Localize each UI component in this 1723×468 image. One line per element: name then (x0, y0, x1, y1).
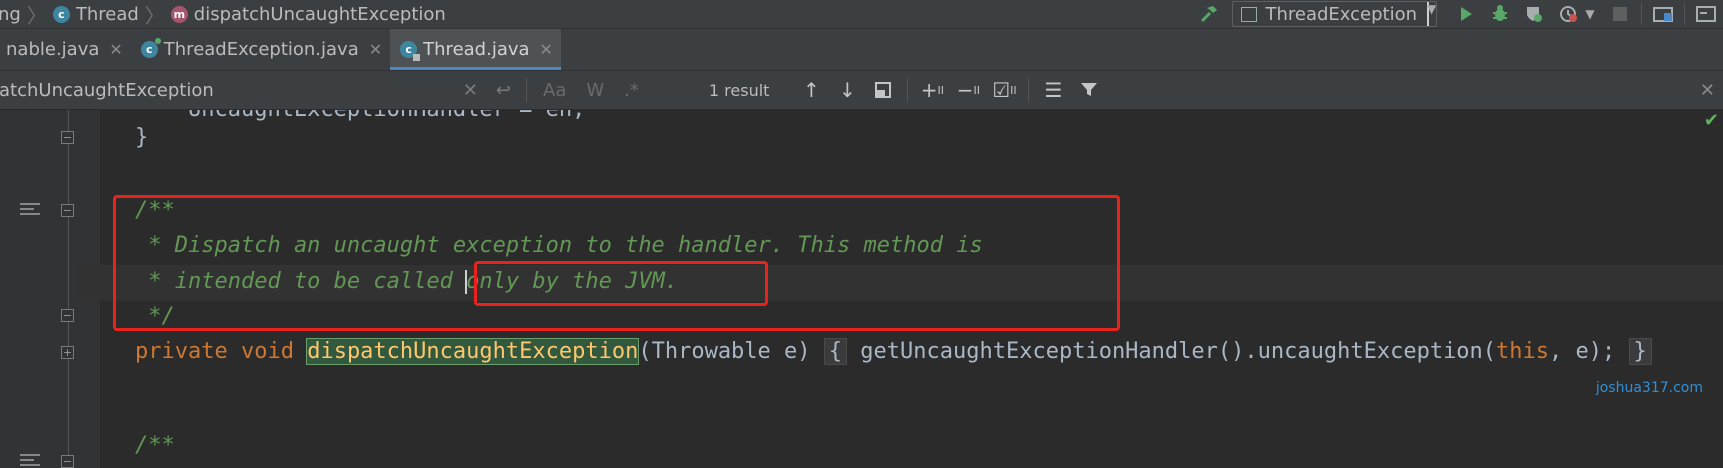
whole-words-toggle[interactable]: W (586, 80, 604, 101)
breadcrumb-item-method[interactable]: dispatchUncaughtException (194, 4, 446, 25)
folded-code-marker[interactable]: } (1628, 338, 1652, 365)
application-icon (1241, 6, 1258, 22)
method-body: getUncaughtExceptionHandler().uncaughtEx… (860, 339, 1497, 364)
filter-lines-icon[interactable]: ☰ (1035, 71, 1071, 109)
search-match-method-name[interactable]: dispatchUncaughtException (306, 338, 640, 365)
find-bar-separator (907, 78, 909, 102)
next-occurrence-arrow-down-icon[interactable]: ↓ (829, 71, 865, 109)
run-configuration-select[interactable]: ThreadException ▼ (1232, 1, 1437, 27)
tab-thread-java[interactable]: c Thread.java ✕ (390, 29, 561, 70)
search-field: ✕ ↩ (0, 71, 520, 109)
search-result-count: 1 result (708, 80, 770, 100)
fold-collapse-icon[interactable]: − (61, 204, 74, 217)
keyword: private (135, 339, 228, 364)
add-occurrence-icon[interactable]: + II (914, 71, 950, 109)
new-line-icon[interactable]: ↩ (496, 80, 511, 101)
navigation-bar: ng 〉 c Thread 〉 m dispatchUncaughtExcept… (0, 0, 1723, 29)
regex-toggle[interactable]: .* (624, 80, 639, 101)
tab-threadexception-java[interactable]: c ThreadException.java ✕ (131, 29, 390, 70)
coverage-shield-icon[interactable] (1517, 0, 1551, 28)
keyword: void (240, 339, 294, 364)
annotation-box-jvm-only (474, 261, 768, 306)
run-icon[interactable] (1449, 0, 1483, 28)
method-body-end: , e); (1549, 339, 1616, 364)
project-structure-icon[interactable] (1646, 0, 1680, 28)
breadcrumb-item-package[interactable]: ng (0, 4, 21, 25)
code-line: UncaughtExceptionHandler = eh; (135, 110, 585, 128)
fold-collapse-icon[interactable]: − (61, 131, 74, 144)
stop-icon[interactable] (1603, 0, 1637, 28)
debug-bug-icon[interactable] (1483, 0, 1517, 28)
close-icon[interactable]: ✕ (540, 40, 553, 59)
code-line-method: private void dispatchUncaughtException(T… (135, 334, 1652, 370)
code-line: } (135, 125, 149, 150)
find-bar: ✕ ↩ Aa W .* 1 result ↑ ↓ +II −II ☑II ☰ ✕ (0, 71, 1723, 110)
select-all-occurrences-icon[interactable] (865, 71, 901, 109)
tab-label: Thread.java (423, 39, 530, 60)
close-find-bar-icon[interactable]: ✕ (1700, 80, 1715, 101)
breadcrumb: ng 〉 c Thread 〉 m dispatchUncaughtExcept… (0, 0, 446, 29)
chevron-right-icon: 〉 (144, 3, 165, 28)
find-bar-separator (1028, 78, 1030, 102)
method-icon: m (170, 5, 188, 23)
inspection-ok-check-icon: ✔ (1703, 110, 1719, 131)
class-icon: c (140, 38, 161, 58)
run-configuration-label: ThreadException (1265, 3, 1417, 25)
fold-expand-icon[interactable]: + (61, 346, 74, 359)
fold-collapse-icon[interactable]: − (61, 309, 74, 322)
breadcrumb-item-class[interactable]: Thread (76, 4, 139, 25)
build-hammer-icon[interactable] (1192, 0, 1226, 28)
code-editor[interactable]: ✔ − − − + − UncaughtExceptionHandler = e… (0, 110, 1723, 468)
terminal-window-icon[interactable] (1689, 0, 1723, 28)
profiler-icon[interactable]: ▼ (1551, 0, 1603, 28)
close-icon[interactable]: ✕ (109, 40, 122, 59)
tab-runnable-java[interactable]: nable.java ✕ (0, 29, 131, 70)
keyword: this (1496, 339, 1550, 364)
class-icon: c (52, 5, 70, 23)
fold-guide (68, 110, 69, 468)
chevron-right-icon: 〉 (26, 3, 47, 28)
tab-label: ThreadException.java (163, 39, 359, 60)
editor-tabs: nable.java ✕ c ThreadException.java ✕ c … (0, 29, 1723, 71)
clear-search-icon[interactable]: ✕ (463, 80, 478, 101)
remove-occurrence-icon[interactable]: − II (950, 71, 986, 109)
toolbar-separator (1641, 3, 1642, 25)
previous-occurrence-arrow-up-icon[interactable]: ↑ (793, 71, 829, 109)
rendered-doc-icon[interactable] (20, 203, 40, 219)
fold-collapse-icon[interactable]: − (61, 455, 74, 468)
rendered-doc-icon[interactable] (20, 454, 40, 468)
match-case-toggle[interactable]: Aa (543, 80, 566, 101)
search-input[interactable] (0, 79, 454, 101)
select-all-checkbox-icon[interactable]: ☑ II (986, 71, 1022, 109)
caret-down-icon: ▼ (1427, 2, 1436, 26)
toolbar-separator (1684, 3, 1685, 25)
find-bar-separator (526, 78, 527, 102)
folded-code-marker[interactable]: { (823, 338, 848, 365)
filter-funnel-icon[interactable] (1071, 71, 1107, 109)
close-icon[interactable]: ✕ (369, 40, 382, 59)
method-params: (Throwable e) (638, 339, 811, 364)
main-toolbar: ThreadException ▼ ▼ (1192, 0, 1723, 28)
tab-label: nable.java (6, 39, 100, 60)
code-line-doc-open: /** (135, 433, 175, 458)
watermark: joshua317.com (1595, 380, 1703, 396)
class-icon: c (400, 41, 421, 61)
